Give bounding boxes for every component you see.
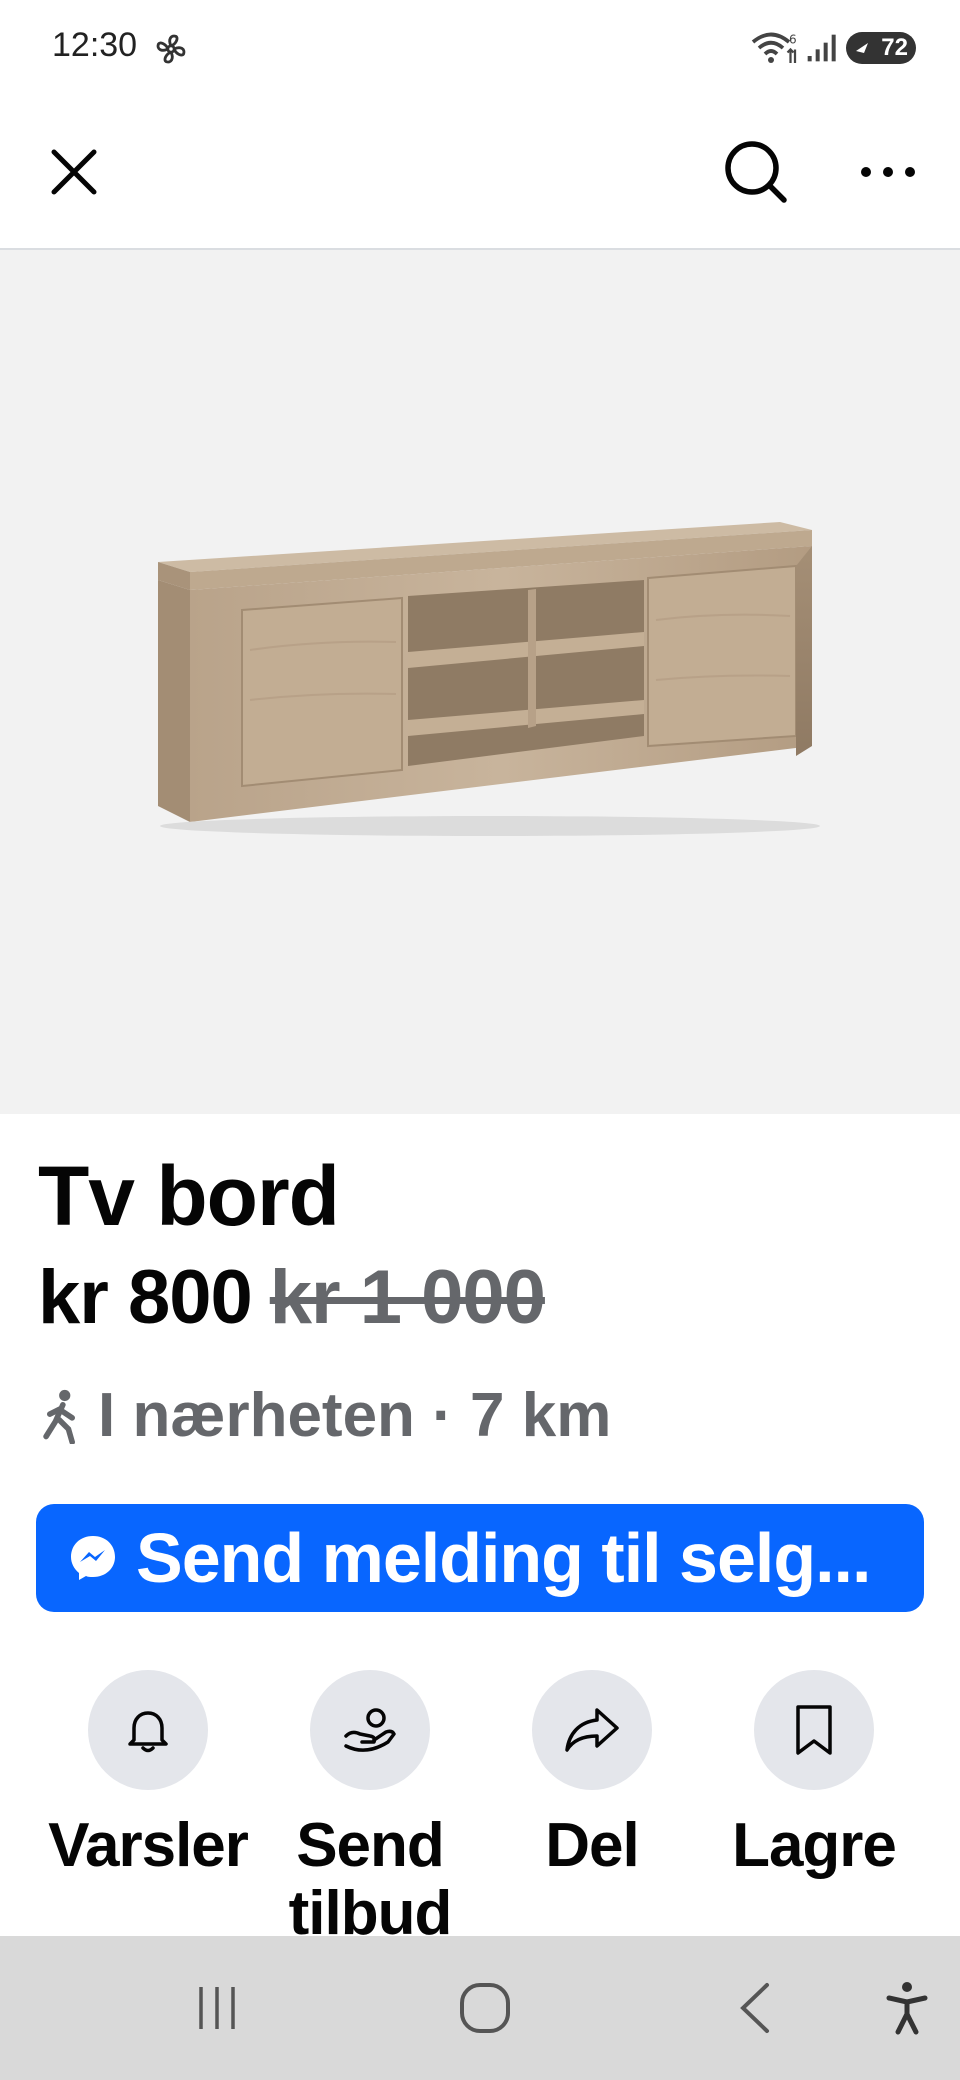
more-horizontal-icon [861, 167, 915, 177]
offer-hand-icon [344, 1708, 396, 1752]
action-circle [310, 1670, 430, 1790]
search-button[interactable] [712, 128, 800, 216]
current-price: kr 800 [38, 1255, 253, 1340]
action-circle [532, 1670, 652, 1790]
back-button[interactable] [710, 1966, 800, 2050]
location-text: I nærheten · 7 km [98, 1381, 612, 1450]
action-circle [88, 1670, 208, 1790]
charging-icon [856, 43, 868, 53]
close-button[interactable] [34, 132, 114, 212]
action-notifications[interactable]: Varsler [38, 1670, 258, 1880]
action-label: Send tilbud [288, 1811, 453, 1948]
location-row[interactable]: I nærheten · 7 km [38, 1380, 611, 1451]
status-bar: 12:30 6 72 [0, 0, 960, 96]
fan-icon [156, 34, 186, 64]
battery-indicator: 72 [846, 32, 916, 64]
home-button[interactable] [440, 1966, 530, 2050]
accessibility-icon [886, 1982, 928, 2035]
action-share[interactable]: Del [482, 1670, 702, 1880]
app-header [0, 96, 960, 250]
bell-icon [128, 1711, 168, 1753]
action-save[interactable]: Lagre [704, 1670, 924, 1880]
more-options-button[interactable] [848, 132, 928, 212]
recent-apps-icon [199, 1987, 235, 2029]
action-label: Del [545, 1811, 639, 1880]
action-circle [754, 1670, 874, 1790]
action-label: Varsler [48, 1811, 249, 1880]
home-icon [460, 1983, 510, 2033]
message-seller-label: Send melding til selg... [136, 1519, 871, 1597]
tv-bench-image [158, 522, 820, 836]
recent-apps-button[interactable] [172, 1966, 262, 2050]
share-icon [565, 1708, 619, 1752]
message-seller-button[interactable]: Send melding til selg... [36, 1504, 924, 1612]
walking-person-icon [43, 1389, 75, 1444]
listing-title: Tv bord [38, 1149, 340, 1243]
messenger-icon [71, 1536, 115, 1580]
status-time: 12:30 [52, 26, 138, 64]
svg-text:6: 6 [789, 33, 797, 47]
battery-level: 72 [881, 34, 908, 61]
original-price: kr 1 000 [269, 1255, 546, 1340]
product-photo[interactable] [0, 250, 960, 1114]
close-icon [51, 149, 97, 195]
back-icon [740, 1983, 769, 2033]
search-icon [725, 141, 787, 203]
bookmark-icon [796, 1705, 832, 1755]
wifi-icon: 6 [751, 33, 797, 63]
action-send-offer[interactable]: Send tilbud [260, 1670, 480, 1948]
price-row: kr 800 kr 1 000 [38, 1254, 546, 1341]
signal-icon [807, 34, 836, 62]
action-label: Lagre [732, 1811, 897, 1880]
accessibility-button[interactable] [862, 1966, 952, 2050]
system-nav-bar [0, 1936, 960, 2080]
